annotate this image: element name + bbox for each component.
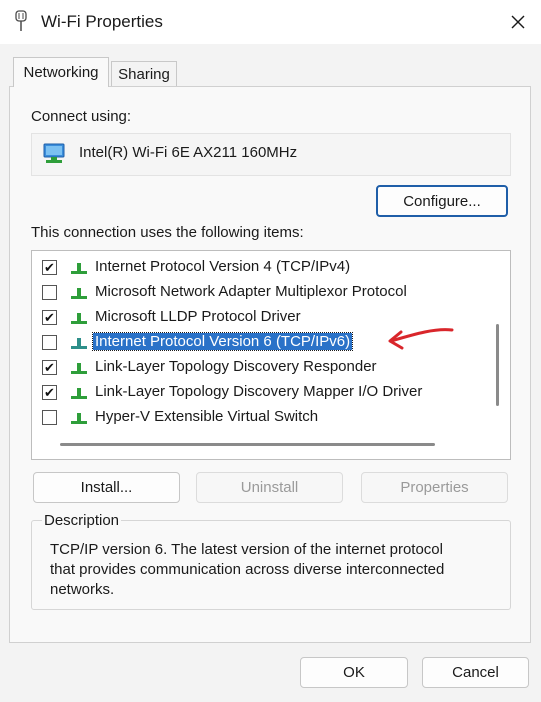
item-label: Link-Layer Topology Discovery Mapper I/O…	[95, 383, 423, 400]
item-label: Internet Protocol Version 4 (TCP/IPv4)	[95, 258, 351, 275]
item-checkbox[interactable]: ✔	[42, 385, 57, 400]
connect-using-label: Connect using:	[31, 108, 132, 125]
tab-sharing[interactable]: Sharing	[111, 61, 177, 86]
cancel-button-label: Cancel	[452, 664, 499, 681]
configure-button-label: Configure...	[403, 192, 481, 210]
list-item[interactable]: Microsoft Network Adapter Multiplexor Pr…	[32, 280, 492, 305]
vertical-scrollbar-thumb[interactable]	[496, 324, 499, 406]
description-line: TCP/IP version 6. The latest version of …	[50, 541, 443, 558]
item-label: Internet Protocol Version 6 (TCP/IPv6)	[91, 332, 354, 351]
item-label: Hyper-V Extensible Virtual Switch	[95, 408, 319, 425]
horizontal-scrollbar-thumb[interactable]	[60, 443, 435, 446]
description-line: networks.	[50, 581, 115, 598]
protocol-icon	[71, 263, 87, 274]
annotation-arrow-icon	[388, 328, 454, 350]
configure-button[interactable]: Configure...	[376, 185, 508, 217]
title-bar: Wi-Fi Properties	[0, 0, 541, 44]
ok-button-label: OK	[343, 664, 365, 681]
list-item[interactable]: ✔ Link-Layer Topology Discovery Responde…	[32, 355, 492, 380]
description-line: that provides communication across diver…	[50, 561, 445, 578]
protocol-icon	[71, 313, 87, 324]
tab-networking[interactable]: Networking	[13, 57, 109, 87]
install-button[interactable]: Install...	[33, 472, 180, 503]
network-properties-icon	[15, 10, 27, 31]
properties-button[interactable]: Properties	[361, 472, 508, 503]
list-item[interactable]: Hyper-V Extensible Virtual Switch	[32, 405, 492, 430]
network-adapter-icon	[43, 143, 65, 163]
description-legend: Description	[42, 512, 122, 529]
item-checkbox[interactable]	[42, 285, 57, 300]
item-checkbox[interactable]	[42, 410, 57, 425]
list-item[interactable]: ✔ Link-Layer Topology Discovery Mapper I…	[32, 380, 492, 405]
install-button-label: Install...	[80, 479, 133, 496]
tab-networking-label: Networking	[23, 64, 99, 81]
protocol-icon	[71, 363, 87, 374]
cancel-button[interactable]: Cancel	[422, 657, 529, 688]
adapter-name: Intel(R) Wi-Fi 6E AX211 160MHz	[79, 144, 298, 161]
description-text: TCP/IP version 6. The latest version of …	[50, 540, 490, 600]
list-item[interactable]: ✔ Internet Protocol Version 4 (TCP/IPv4)	[32, 255, 492, 280]
ok-button[interactable]: OK	[300, 657, 408, 688]
item-checkbox[interactable]: ✔	[42, 260, 57, 275]
tab-sharing-label: Sharing	[118, 65, 170, 83]
item-label: Microsoft Network Adapter Multiplexor Pr…	[95, 283, 407, 300]
protocol-icon	[71, 413, 87, 424]
close-icon	[511, 15, 525, 29]
protocol-icon	[71, 338, 87, 349]
items-label: This connection uses the following items…	[31, 224, 304, 241]
adapter-field: Intel(R) Wi-Fi 6E AX211 160MHz	[31, 133, 511, 176]
uninstall-button-label: Uninstall	[240, 479, 299, 496]
protocol-icon	[71, 288, 87, 299]
item-checkbox[interactable]: ✔	[42, 310, 57, 325]
window-title: Wi-Fi Properties	[41, 12, 163, 31]
items-list[interactable]: ✔ Internet Protocol Version 4 (TCP/IPv4)…	[31, 250, 511, 460]
item-label: Link-Layer Topology Discovery Responder	[95, 358, 377, 375]
protocol-icon	[71, 388, 87, 399]
item-label: Microsoft LLDP Protocol Driver	[95, 308, 301, 325]
item-checkbox[interactable]	[42, 335, 57, 350]
close-button[interactable]	[495, 0, 541, 44]
item-checkbox[interactable]: ✔	[42, 360, 57, 375]
properties-button-label: Properties	[400, 479, 469, 496]
uninstall-button[interactable]: Uninstall	[196, 472, 343, 503]
